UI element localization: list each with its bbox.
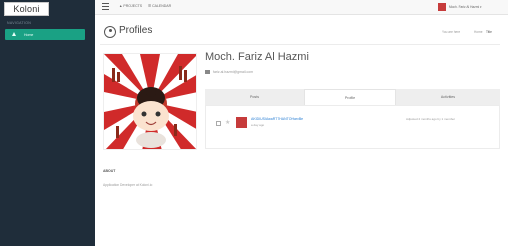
- page-title: Profiles: [119, 25, 153, 36]
- repo-subtitle: a day ago: [251, 123, 265, 127]
- profile-icon: [104, 26, 116, 38]
- tab-posts[interactable]: Posts: [205, 89, 304, 105]
- app-logo[interactable]: Koloni: [4, 2, 49, 16]
- breadcrumb-intro: You are here: [442, 30, 461, 34]
- nav-link-projects[interactable]: ▲ PROJECTS: [119, 4, 142, 8]
- repo-meta: Adjusted 2 months ago by 1 member: [406, 117, 456, 121]
- profile-tabs: Posts Profile Activities: [205, 89, 500, 105]
- select-checkbox[interactable]: [216, 121, 221, 126]
- tab-panel: ★ AKIDIUSIAwaRT7HANTOHarvBe a day ago Ad…: [205, 105, 500, 149]
- repo-link[interactable]: AKIDIUSIAwaRT7HANTOHarvBe: [251, 117, 303, 121]
- repo-thumbnail: [236, 117, 247, 128]
- nav-link-calendar[interactable]: ☰ CALENDAR: [148, 4, 171, 8]
- profile-photo: [103, 53, 197, 150]
- sidebar-heading: NAVIGATION: [7, 21, 32, 25]
- about-heading: ABOUT: [103, 169, 116, 173]
- sidebar-item-label: Home: [24, 32, 34, 37]
- breadcrumb-home[interactable]: Home: [474, 30, 483, 34]
- tab-activities[interactable]: Activities: [396, 89, 500, 105]
- user-menu[interactable]: Moch. Fariz Al Hazmi ▾: [449, 5, 482, 9]
- about-text: Application Developer at Koloni.io: [103, 183, 153, 187]
- home-icon: [12, 32, 16, 36]
- user-avatar[interactable]: [438, 3, 446, 11]
- menu-icon[interactable]: [102, 3, 109, 10]
- profile-email[interactable]: fariz.al.hazmi@gmail.com: [213, 70, 253, 74]
- sidebar-item-home[interactable]: Home: [5, 29, 85, 40]
- sidebar: Koloni NAVIGATION Home: [0, 0, 95, 246]
- top-bar: ▲ PROJECTS ☰ CALENDAR Moch. Fariz Al Haz…: [95, 0, 508, 15]
- envelope-icon: [205, 70, 210, 74]
- star-icon[interactable]: ★: [225, 119, 230, 126]
- tab-profile[interactable]: Profile: [304, 89, 396, 105]
- breadcrumb-current: Title: [486, 30, 492, 34]
- profile-name: Moch. Fariz Al Hazmi: [205, 51, 309, 63]
- divider: [100, 44, 500, 45]
